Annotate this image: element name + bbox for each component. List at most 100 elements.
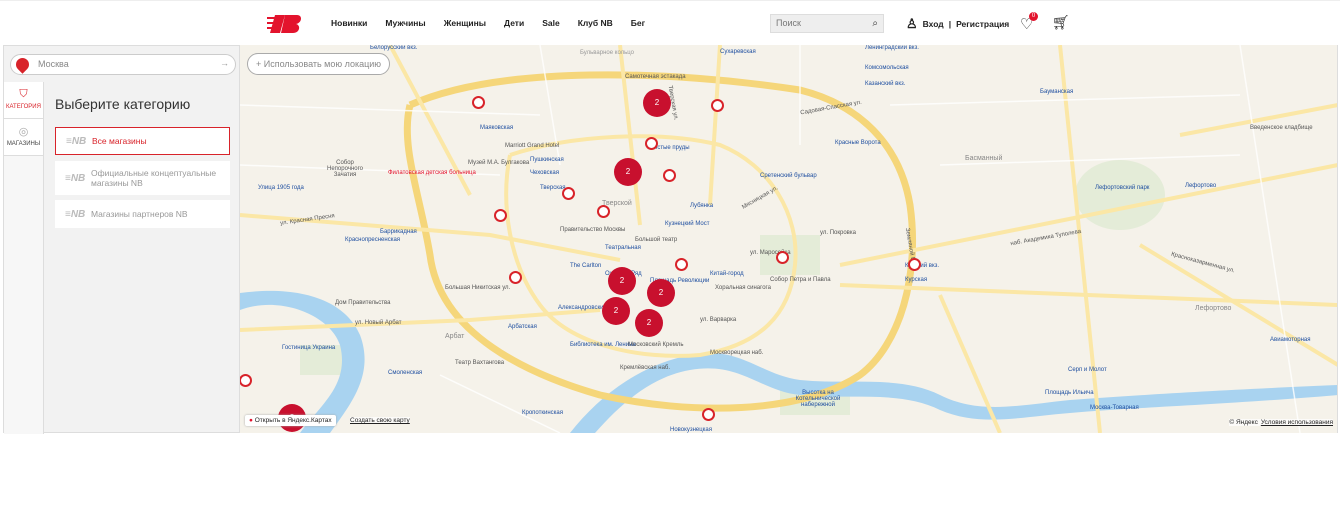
nav-kids[interactable]: Дети xyxy=(504,18,524,28)
tab-category-label: КАТЕГОРИЯ xyxy=(6,104,41,110)
city-placeholder: Москва xyxy=(38,59,69,69)
map-label: Москва-Товарная xyxy=(1090,405,1139,411)
use-location-label: Использовать мою локацию xyxy=(263,59,382,69)
search-input[interactable]: Поиск ⌕ xyxy=(770,14,884,33)
nav-men[interactable]: Мужчины xyxy=(385,18,425,28)
map-label: Дом Правительства xyxy=(335,300,391,306)
arrow-right-icon[interactable]: → xyxy=(220,58,229,68)
category-label: Все магазины xyxy=(92,136,147,146)
map-label: Баррикадная xyxy=(380,229,417,235)
map-label: Гостиница Украина xyxy=(282,345,336,351)
tab-category[interactable]: ⛉ КАТЕГОРИЯ xyxy=(4,82,43,119)
nav-women[interactable]: Женщины xyxy=(444,18,486,28)
map-label: Сухаревская xyxy=(720,49,756,55)
map-label: Авиамоторная xyxy=(1270,337,1311,343)
category-icon: ⛉ xyxy=(19,88,28,100)
store-marker[interactable] xyxy=(711,99,724,112)
store-cluster[interactable]: 2 xyxy=(608,267,636,295)
map-label: Смоленская xyxy=(388,370,423,376)
wishlist-count-badge: 0 xyxy=(1029,12,1038,21)
login-link[interactable]: Вход xyxy=(923,19,944,29)
store-marker[interactable] xyxy=(597,205,610,218)
store-cluster[interactable]: 2 xyxy=(602,297,630,325)
store-marker[interactable] xyxy=(472,96,485,109)
map-label: Собор Петра и Павла xyxy=(770,277,831,283)
login-area: ♙ Вход | Регистрация xyxy=(906,16,1009,32)
use-my-location-button[interactable]: + Использовать мою локацию xyxy=(247,53,391,75)
street-label: Москворецкая наб. xyxy=(710,350,764,356)
map-label: Краснопресненская xyxy=(345,237,401,243)
category-label: Официальные концептуальные магазины NB xyxy=(91,168,217,188)
map-label: Сретенский бульвар xyxy=(760,173,817,179)
panel-tabs: ⛉ КАТЕГОРИЯ ◎ МАГАЗИНЫ xyxy=(4,82,44,434)
panel-title: Выберите категорию xyxy=(55,96,191,112)
nav-club[interactable]: Клуб NB xyxy=(578,18,613,28)
map-label: Лефортовский парк xyxy=(1095,185,1150,191)
district-label: Лефортово xyxy=(1195,305,1232,312)
map-label: Собор Непорочного Зачатия xyxy=(327,160,363,178)
city-input[interactable]: Москва → xyxy=(10,54,236,75)
store-marker[interactable] xyxy=(562,187,575,200)
map-label: Курская xyxy=(905,277,928,283)
register-link[interactable]: Регистрация xyxy=(956,19,1009,29)
nb-logo-icon: ≡NB xyxy=(66,135,87,147)
map-label: Бауманская xyxy=(1040,89,1074,95)
copyright-text: © Яндекс xyxy=(1229,419,1258,426)
category-official-stores[interactable]: ≡NB Официальные концептуальные магазины N… xyxy=(55,161,230,195)
open-in-yandex-maps-link[interactable]: ● Открыть в Яндекс.Картах xyxy=(245,415,336,426)
map-label: Московский Кремль xyxy=(628,342,684,348)
category-partner-stores[interactable]: ≡NB Магазины партнеров NB xyxy=(55,200,230,228)
search-placeholder: Поиск xyxy=(776,18,801,28)
location-pin-icon xyxy=(13,55,32,74)
district-label: Арбат xyxy=(445,333,465,340)
store-map[interactable]: + Использовать мою локацию Маяковская Пу… xyxy=(240,45,1338,433)
map-label: Филатовская детская больница xyxy=(388,170,476,176)
store-cluster[interactable]: 2 xyxy=(643,89,671,117)
store-marker[interactable] xyxy=(702,408,715,421)
street-label: Большая Никитская ул. xyxy=(445,285,511,291)
map-label: Казанский вкз. xyxy=(865,81,906,87)
store-marker[interactable] xyxy=(645,137,658,150)
main-nav: Новинки Мужчины Женщины Дети Sale Клуб N… xyxy=(331,18,663,28)
store-marker[interactable] xyxy=(494,209,507,222)
map-copyright: © Яндекс Условия использования xyxy=(1229,419,1333,426)
store-cluster[interactable]: 2 xyxy=(647,279,675,307)
map-label: Большой театр xyxy=(635,237,678,243)
store-cluster[interactable]: 2 xyxy=(635,309,663,337)
map-label: Площадь Ильича xyxy=(1045,390,1094,396)
category-label: Магазины партнеров NB xyxy=(91,209,188,219)
store-marker[interactable] xyxy=(509,271,522,284)
create-map-link[interactable]: Создать свою карту xyxy=(350,417,410,424)
site-header: Новинки Мужчины Женщины Дети Sale Клуб N… xyxy=(0,0,1340,45)
map-label: Кропоткинская xyxy=(522,410,564,416)
terms-link[interactable]: Условия использования xyxy=(1261,419,1333,426)
cart-icon[interactable]: 🛒︎ xyxy=(1052,14,1070,31)
search-icon[interactable]: ⌕ xyxy=(872,18,878,29)
map-label: Правительство Москвы xyxy=(560,227,626,233)
divider: | xyxy=(948,19,952,29)
nav-run[interactable]: Бег xyxy=(631,18,645,28)
store-marker[interactable] xyxy=(675,258,688,271)
map-label: Пушкинская xyxy=(530,157,564,163)
map-label: Красные Ворота xyxy=(835,140,881,146)
store-marker[interactable] xyxy=(908,258,921,271)
store-cluster[interactable]: 2 xyxy=(614,158,642,186)
tab-stores[interactable]: ◎ МАГАЗИНЫ xyxy=(4,119,43,156)
store-marker[interactable] xyxy=(663,169,676,182)
new-balance-logo[interactable] xyxy=(267,13,303,35)
map-label: Маяковская xyxy=(480,125,514,131)
map-label: Введенское кладбище xyxy=(1250,125,1313,131)
category-all-stores[interactable]: ≡NB Все магазины xyxy=(55,127,230,155)
map-label: Арбатская xyxy=(508,324,537,330)
map-label: Музей М.А. Булгакова xyxy=(468,160,530,166)
store-marker[interactable] xyxy=(776,251,789,264)
map-label: Белорусский вкз. xyxy=(370,45,418,51)
map-label: Хоральная синагога xyxy=(715,285,771,291)
district-label: Басманный xyxy=(965,155,1003,162)
nav-sale[interactable]: Sale xyxy=(542,18,560,28)
nb-logo-icon: ≡NB xyxy=(65,208,86,220)
nav-new[interactable]: Новинки xyxy=(331,18,367,28)
map-label: Лефортово xyxy=(1185,183,1217,189)
store-locator-panel: Москва → ⛉ КАТЕГОРИЯ ◎ МАГАЗИНЫ Выберите ка… xyxy=(3,45,240,434)
street-label: ул. Покровка xyxy=(820,230,856,236)
